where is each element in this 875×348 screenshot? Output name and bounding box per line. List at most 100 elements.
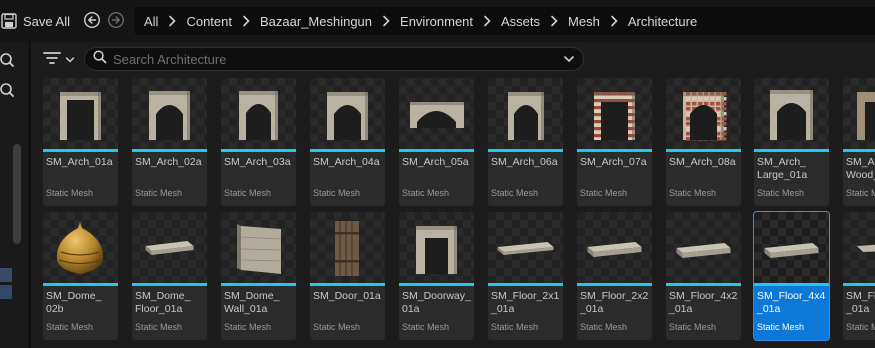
asset-type-label: Static Mesh — [313, 188, 361, 198]
search-icon[interactable] — [0, 52, 18, 70]
asset-thumbnail — [310, 212, 385, 283]
asset-name: SM_Floor_4x2 _01a — [669, 290, 738, 315]
asset-thumbnail — [754, 78, 829, 149]
filter-button[interactable] — [43, 51, 77, 69]
asset-tile[interactable]: SM_Floor_4x4 _01a Static Mesh — [753, 211, 830, 341]
asset-thumbnail — [310, 78, 385, 149]
asset-type-color-bar — [221, 283, 296, 286]
asset-name: SM_Floor_2x1 _01a — [491, 290, 560, 315]
search-icon — [93, 49, 107, 69]
asset-name: SM_Floor_4x4 _01a — [757, 290, 826, 315]
breadcrumb: All Content Bazaar_Meshingun Environment Ass… — [134, 7, 875, 35]
asset-type-label: Static Mesh — [313, 322, 361, 332]
asset-tile[interactable]: SM_Floor_2x1 _01a Static Mesh — [488, 212, 563, 340]
breadcrumb-item[interactable]: Mesh — [568, 14, 600, 29]
asset-type-label: Static Mesh — [224, 322, 272, 332]
asset-type-color-bar — [399, 283, 474, 286]
asset-name: SM_Arch_04a — [313, 156, 380, 168]
asset-type-color-bar — [221, 149, 296, 152]
tree-row-selected[interactable] — [0, 268, 12, 282]
asset-tile[interactable]: SM_Fl _01a Static Mesh — [843, 212, 875, 340]
asset-type-color-bar — [754, 283, 829, 286]
asset-type-color-bar — [310, 283, 385, 286]
asset-name: SM_Arch_01a — [46, 156, 113, 168]
asset-thumbnail — [132, 212, 207, 283]
asset-tile[interactable]: SM_Arch_08a Static Mesh — [666, 78, 741, 206]
asset-thumbnail — [666, 78, 741, 149]
asset-tile[interactable]: SM_Arch_06a Static Mesh — [488, 78, 563, 206]
filter-icon — [43, 51, 61, 70]
asset-thumbnail — [666, 212, 741, 283]
asset-tile[interactable]: SM_Dome_ Floor_01a Static Mesh — [132, 212, 207, 340]
asset-type-color-bar — [399, 149, 474, 152]
asset-type-label: Static Mesh — [135, 322, 183, 332]
asset-tile[interactable]: SM_Arch_04a Static Mesh — [310, 78, 385, 206]
forward-arrow-icon[interactable] — [107, 11, 125, 29]
save-icon — [0, 12, 18, 30]
breadcrumb-item[interactable]: Bazaar_Meshingun — [260, 14, 372, 29]
asset-tile[interactable]: SM_Dome_ 02b Static Mesh — [43, 212, 118, 340]
asset-type-label: Static Mesh — [846, 188, 875, 198]
asset-name: SM_Floor_2x2 _01a — [580, 290, 649, 315]
breadcrumb-item[interactable]: All — [144, 14, 158, 29]
scrollbar[interactable] — [13, 144, 21, 244]
asset-thumbnail — [488, 212, 563, 283]
asset-tile[interactable]: SM_Floor_4x2 _01a Static Mesh — [666, 212, 741, 340]
asset-tile[interactable]: SM_Door_01a Static Mesh — [310, 212, 385, 340]
asset-tile[interactable]: SM_Arch_02a Static Mesh — [132, 78, 207, 206]
asset-tile[interactable]: SM_Arch_05a Static Mesh — [399, 78, 474, 206]
asset-type-color-bar — [843, 149, 875, 152]
asset-type-color-bar — [310, 149, 385, 152]
asset-tile[interactable]: SM_Dome_ Wall_01a Static Mesh — [221, 212, 296, 340]
asset-type-label: Static Mesh — [402, 188, 450, 198]
asset-type-label: Static Mesh — [669, 188, 717, 198]
asset-tile[interactable]: SM_A Wood_ Static Mesh — [843, 78, 875, 206]
asset-name: SM_Arch_03a — [224, 156, 291, 168]
asset-name: SM_Arch_07a — [580, 156, 647, 168]
asset-thumbnail — [221, 78, 296, 149]
chevron-right-icon[interactable] — [158, 15, 186, 27]
breadcrumb-item[interactable]: Assets — [501, 14, 540, 29]
asset-thumbnail — [399, 212, 474, 283]
asset-view: SM_Arch_01a Static Mesh SM_Arch_02a Static… — [31, 42, 875, 348]
search-input[interactable] — [113, 51, 553, 67]
chevron-right-icon[interactable] — [232, 15, 260, 27]
breadcrumb-item[interactable]: Environment — [400, 14, 473, 29]
asset-type-color-bar — [843, 283, 875, 286]
asset-tile[interactable]: SM_Floor_2x2 _01a Static Mesh — [577, 212, 652, 340]
asset-thumbnail — [843, 212, 875, 283]
chevron-right-icon[interactable] — [372, 15, 400, 27]
asset-type-color-bar — [488, 149, 563, 152]
asset-tile[interactable]: SM_Arch_07a Static Mesh — [577, 78, 652, 206]
asset-type-color-bar — [488, 283, 563, 286]
asset-name: SM_Arch_02a — [135, 156, 202, 168]
asset-thumbnail — [399, 78, 474, 149]
asset-name: SM_A Wood_ — [846, 156, 875, 181]
asset-type-color-bar — [577, 149, 652, 152]
tree-row-selected[interactable] — [0, 285, 12, 299]
asset-tile[interactable]: SM_Arch_01a Static Mesh — [43, 78, 118, 206]
asset-tile[interactable]: SM_Arch_03a Static Mesh — [221, 78, 296, 206]
asset-type-color-bar — [132, 283, 207, 286]
search-box[interactable] — [84, 47, 584, 71]
breadcrumb-item[interactable]: Content — [186, 14, 232, 29]
asset-type-label: Static Mesh — [757, 188, 805, 198]
asset-name: SM_Dome_ Floor_01a — [135, 290, 191, 315]
save-all-button[interactable]: Save All — [0, 8, 70, 34]
asset-name: SM_Arch_ Large_01a — [757, 156, 808, 181]
chevron-right-icon[interactable] — [540, 15, 568, 27]
asset-type-color-bar — [132, 149, 207, 152]
asset-type-label: Static Mesh — [757, 322, 805, 332]
asset-type-color-bar — [577, 283, 652, 286]
chevron-right-icon[interactable] — [473, 15, 501, 27]
asset-tile[interactable]: SM_Doorway_ 01a Static Mesh — [399, 212, 474, 340]
asset-tile[interactable]: SM_Arch_ Large_01a Static Mesh — [754, 78, 829, 206]
asset-name: SM_Arch_05a — [402, 156, 469, 168]
asset-type-color-bar — [43, 283, 118, 286]
search-icon[interactable] — [0, 82, 18, 100]
breadcrumb-item[interactable]: Architecture — [628, 14, 697, 29]
asset-type-label: Static Mesh — [402, 322, 450, 332]
chevron-down-icon[interactable] — [563, 52, 575, 71]
back-arrow-icon[interactable] — [83, 11, 101, 29]
chevron-right-icon[interactable] — [600, 15, 628, 27]
